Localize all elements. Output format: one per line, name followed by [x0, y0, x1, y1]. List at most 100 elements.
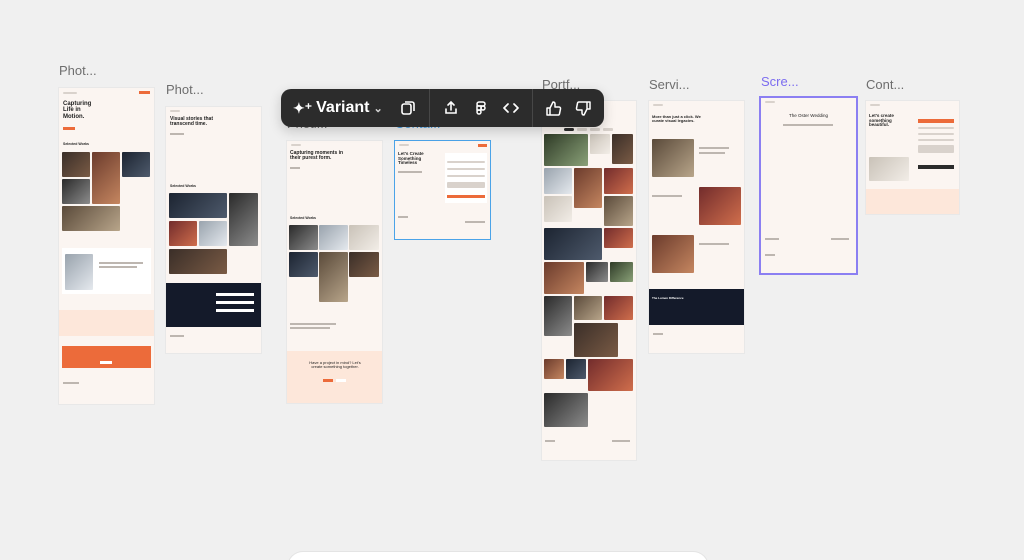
- photo: [544, 359, 564, 379]
- photo: [652, 235, 694, 273]
- frame-label-2[interactable]: Phot...: [166, 82, 204, 97]
- form-field: [216, 301, 254, 304]
- project-button: [323, 379, 333, 382]
- form-field: [918, 139, 954, 141]
- section-title: Selected Works: [170, 184, 197, 188]
- form-submit: [918, 165, 954, 169]
- figma-button[interactable]: [466, 93, 496, 123]
- photo: [544, 296, 572, 336]
- photo: [169, 221, 197, 246]
- form-submit: [447, 195, 485, 198]
- photo: [122, 152, 150, 177]
- service-text: [699, 243, 729, 245]
- about-text: [290, 323, 336, 325]
- form-field: [447, 175, 485, 177]
- frame-contact-2[interactable]: Let's create something beautiful.: [866, 101, 959, 214]
- bottom-prompt-bar[interactable]: [288, 552, 708, 560]
- thumbs-up-button[interactable]: [539, 93, 569, 123]
- hero-title: Let's Create Something Timeless: [398, 151, 424, 166]
- variant-button[interactable]: ✦⁺ Variant ⌄: [281, 89, 393, 127]
- frame-photo-home-1[interactable]: Capturing Life in Motion. Selected Works: [59, 88, 154, 404]
- photo: [544, 196, 572, 222]
- photo: [544, 228, 602, 260]
- hero-text: [783, 124, 833, 126]
- form-textarea: [918, 145, 954, 153]
- dark-section: [649, 289, 744, 325]
- photo: [92, 152, 120, 204]
- photo: [62, 179, 90, 204]
- thumbs-down-button[interactable]: [569, 93, 599, 123]
- toolbar-divider: [428, 89, 430, 127]
- photo: [652, 139, 694, 177]
- photo: [610, 262, 633, 282]
- photo: [586, 262, 608, 282]
- photo: [289, 225, 318, 250]
- about-text: [290, 327, 330, 329]
- nav-cta: [478, 144, 487, 147]
- floating-toolbar: ✦⁺ Variant ⌄: [281, 89, 604, 127]
- hero-link: [170, 133, 184, 135]
- frame-label-1[interactable]: Phot...: [59, 63, 97, 78]
- frame-label-8[interactable]: Cont...: [866, 77, 904, 92]
- nav-logo: [653, 104, 663, 106]
- nav-logo: [291, 144, 301, 146]
- footer-text: [63, 382, 79, 384]
- photo: [566, 359, 586, 379]
- thumbs-down-icon: [575, 100, 591, 116]
- photo: [544, 168, 572, 194]
- frame-services[interactable]: More than just a click. We curate visual…: [649, 101, 744, 353]
- photo: [349, 225, 379, 250]
- photo: [588, 359, 633, 391]
- photo: [544, 134, 588, 166]
- export-button[interactable]: [436, 93, 466, 123]
- nav-logo: [765, 101, 775, 103]
- frame-photo-home-2[interactable]: Visual stories that transcend time. Sele…: [166, 107, 261, 353]
- filter-pill: [590, 128, 600, 131]
- footer-band: [866, 189, 959, 214]
- photo: [574, 296, 602, 320]
- footer-text: [545, 440, 555, 442]
- frame-screen-selected[interactable]: The Oster Wedding: [759, 96, 858, 275]
- photo: [544, 393, 588, 427]
- photo: [169, 249, 227, 274]
- hero-button: [63, 127, 75, 130]
- frame-portfolio[interactable]: [542, 101, 636, 460]
- portrait: [65, 254, 93, 290]
- about-text: [99, 266, 137, 268]
- nav-logo: [170, 110, 180, 112]
- photo: [604, 228, 633, 248]
- filter-pill: [603, 128, 613, 131]
- cta-banner: [62, 346, 151, 368]
- dark-section: [166, 283, 261, 327]
- nav-logo: [870, 104, 880, 106]
- hero-text: [398, 171, 422, 173]
- photo: [574, 168, 602, 208]
- variant-label: Variant: [316, 99, 370, 116]
- photo: [62, 206, 120, 231]
- export-icon: [444, 100, 457, 114]
- code-button[interactable]: [496, 93, 526, 123]
- form-header: [918, 119, 954, 123]
- photo: [229, 193, 258, 246]
- photo: [319, 225, 348, 250]
- photo: [289, 252, 318, 277]
- photo: [699, 187, 741, 225]
- hero-link: [290, 167, 300, 169]
- duplicate-button[interactable]: [393, 93, 423, 123]
- sparkle-icon: ✦⁺: [293, 99, 313, 116]
- form-textarea: [447, 182, 485, 188]
- frame-contact-1[interactable]: Let's Create Something Timeless: [394, 140, 491, 240]
- frame-label-6[interactable]: Servi...: [649, 77, 689, 92]
- footer-text: [398, 216, 408, 218]
- photo: [199, 221, 227, 246]
- footer-links: [612, 440, 630, 442]
- frame-photo-home-3[interactable]: Capturing moments in their purest form. …: [287, 141, 382, 403]
- photo: [169, 193, 227, 218]
- frame-label-7[interactable]: Scre...: [761, 74, 799, 89]
- hero-title: Let's create something beautiful.: [869, 113, 894, 128]
- project-band: [287, 351, 382, 403]
- design-canvas[interactable]: Phot... Capturing Life in Motion. Select…: [0, 0, 1024, 560]
- form-field: [216, 309, 254, 312]
- photo: [319, 252, 348, 302]
- service-text: [652, 195, 682, 197]
